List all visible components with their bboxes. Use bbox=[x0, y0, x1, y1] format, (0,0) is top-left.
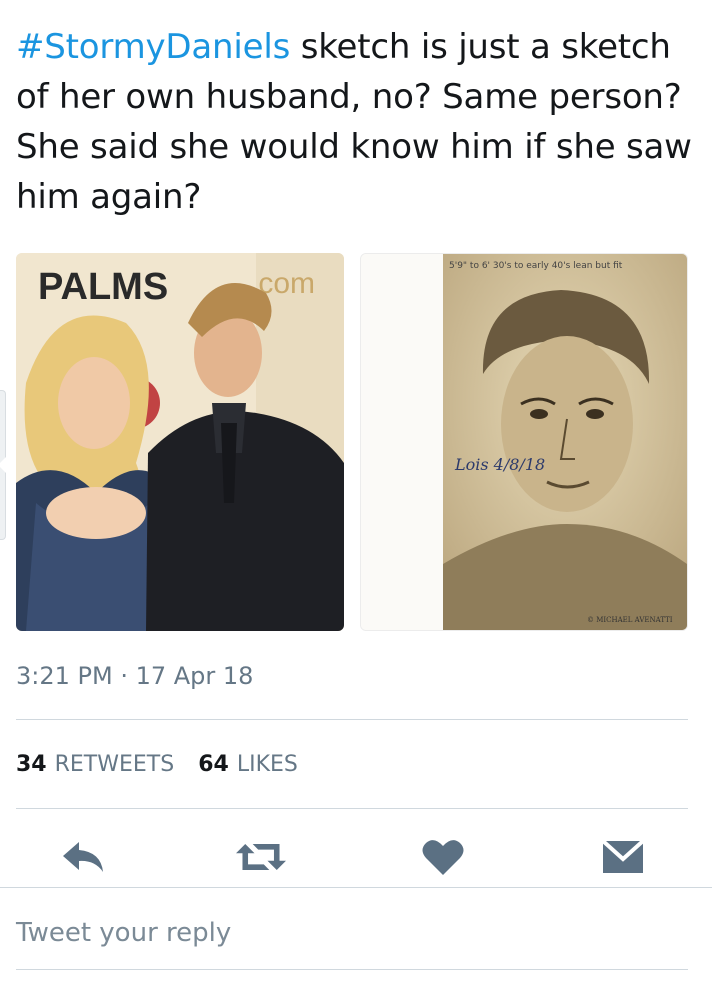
divider bbox=[16, 719, 688, 720]
photo-banner-text: PALMS bbox=[38, 266, 168, 308]
retweet-button[interactable] bbox=[236, 832, 286, 882]
tweet-photo-left[interactable]: PALMS .com bbox=[16, 253, 344, 631]
sketch-notes: 5'9" to 6' 30's to early 40's lean but f… bbox=[449, 261, 623, 271]
tweet-timestamp[interactable]: 3:21 PM · 17 Apr 18 bbox=[16, 662, 253, 690]
heart-icon bbox=[422, 840, 464, 875]
reply-input[interactable]: Tweet your reply bbox=[16, 918, 231, 948]
reply-icon bbox=[63, 842, 103, 872]
police-sketch-illustration: 5'9" to 6' 30's to early 40's lean but f… bbox=[361, 254, 687, 630]
photo-couple-illustration: PALMS .com bbox=[16, 253, 344, 631]
divider bbox=[0, 887, 712, 888]
likes-stat[interactable]: 64 LIKES bbox=[198, 752, 298, 777]
tweet-actions-bar bbox=[0, 832, 712, 882]
sketch-signature: Lois 4/8/18 bbox=[454, 455, 545, 474]
hashtag-link[interactable]: #StormyDaniels bbox=[16, 27, 290, 67]
likes-count: 64 bbox=[198, 752, 229, 777]
retweets-count: 34 bbox=[16, 752, 47, 777]
sketch-credit: © MICHAEL AVENATTI bbox=[587, 616, 673, 624]
tweet-stats: 34 RETWEETS 64 LIKES bbox=[16, 752, 298, 777]
tweet-photo-right-sketch[interactable]: 5'9" to 6' 30's to early 40's lean but f… bbox=[360, 253, 688, 631]
envelope-icon bbox=[601, 839, 645, 873]
tweet-text: #StormyDaniels sketch is just a sketch o… bbox=[16, 22, 700, 222]
retweet-icon bbox=[236, 844, 286, 870]
reply-input-underline bbox=[16, 969, 688, 970]
direct-message-button[interactable] bbox=[598, 832, 648, 882]
like-button[interactable] bbox=[418, 832, 468, 882]
reply-button[interactable] bbox=[58, 832, 108, 882]
retweets-stat[interactable]: 34 RETWEETS bbox=[16, 752, 174, 777]
retweets-label: RETWEETS bbox=[54, 752, 175, 777]
divider bbox=[16, 808, 688, 809]
likes-label: LIKES bbox=[236, 752, 298, 777]
carousel-edge-tab[interactable] bbox=[0, 390, 6, 540]
